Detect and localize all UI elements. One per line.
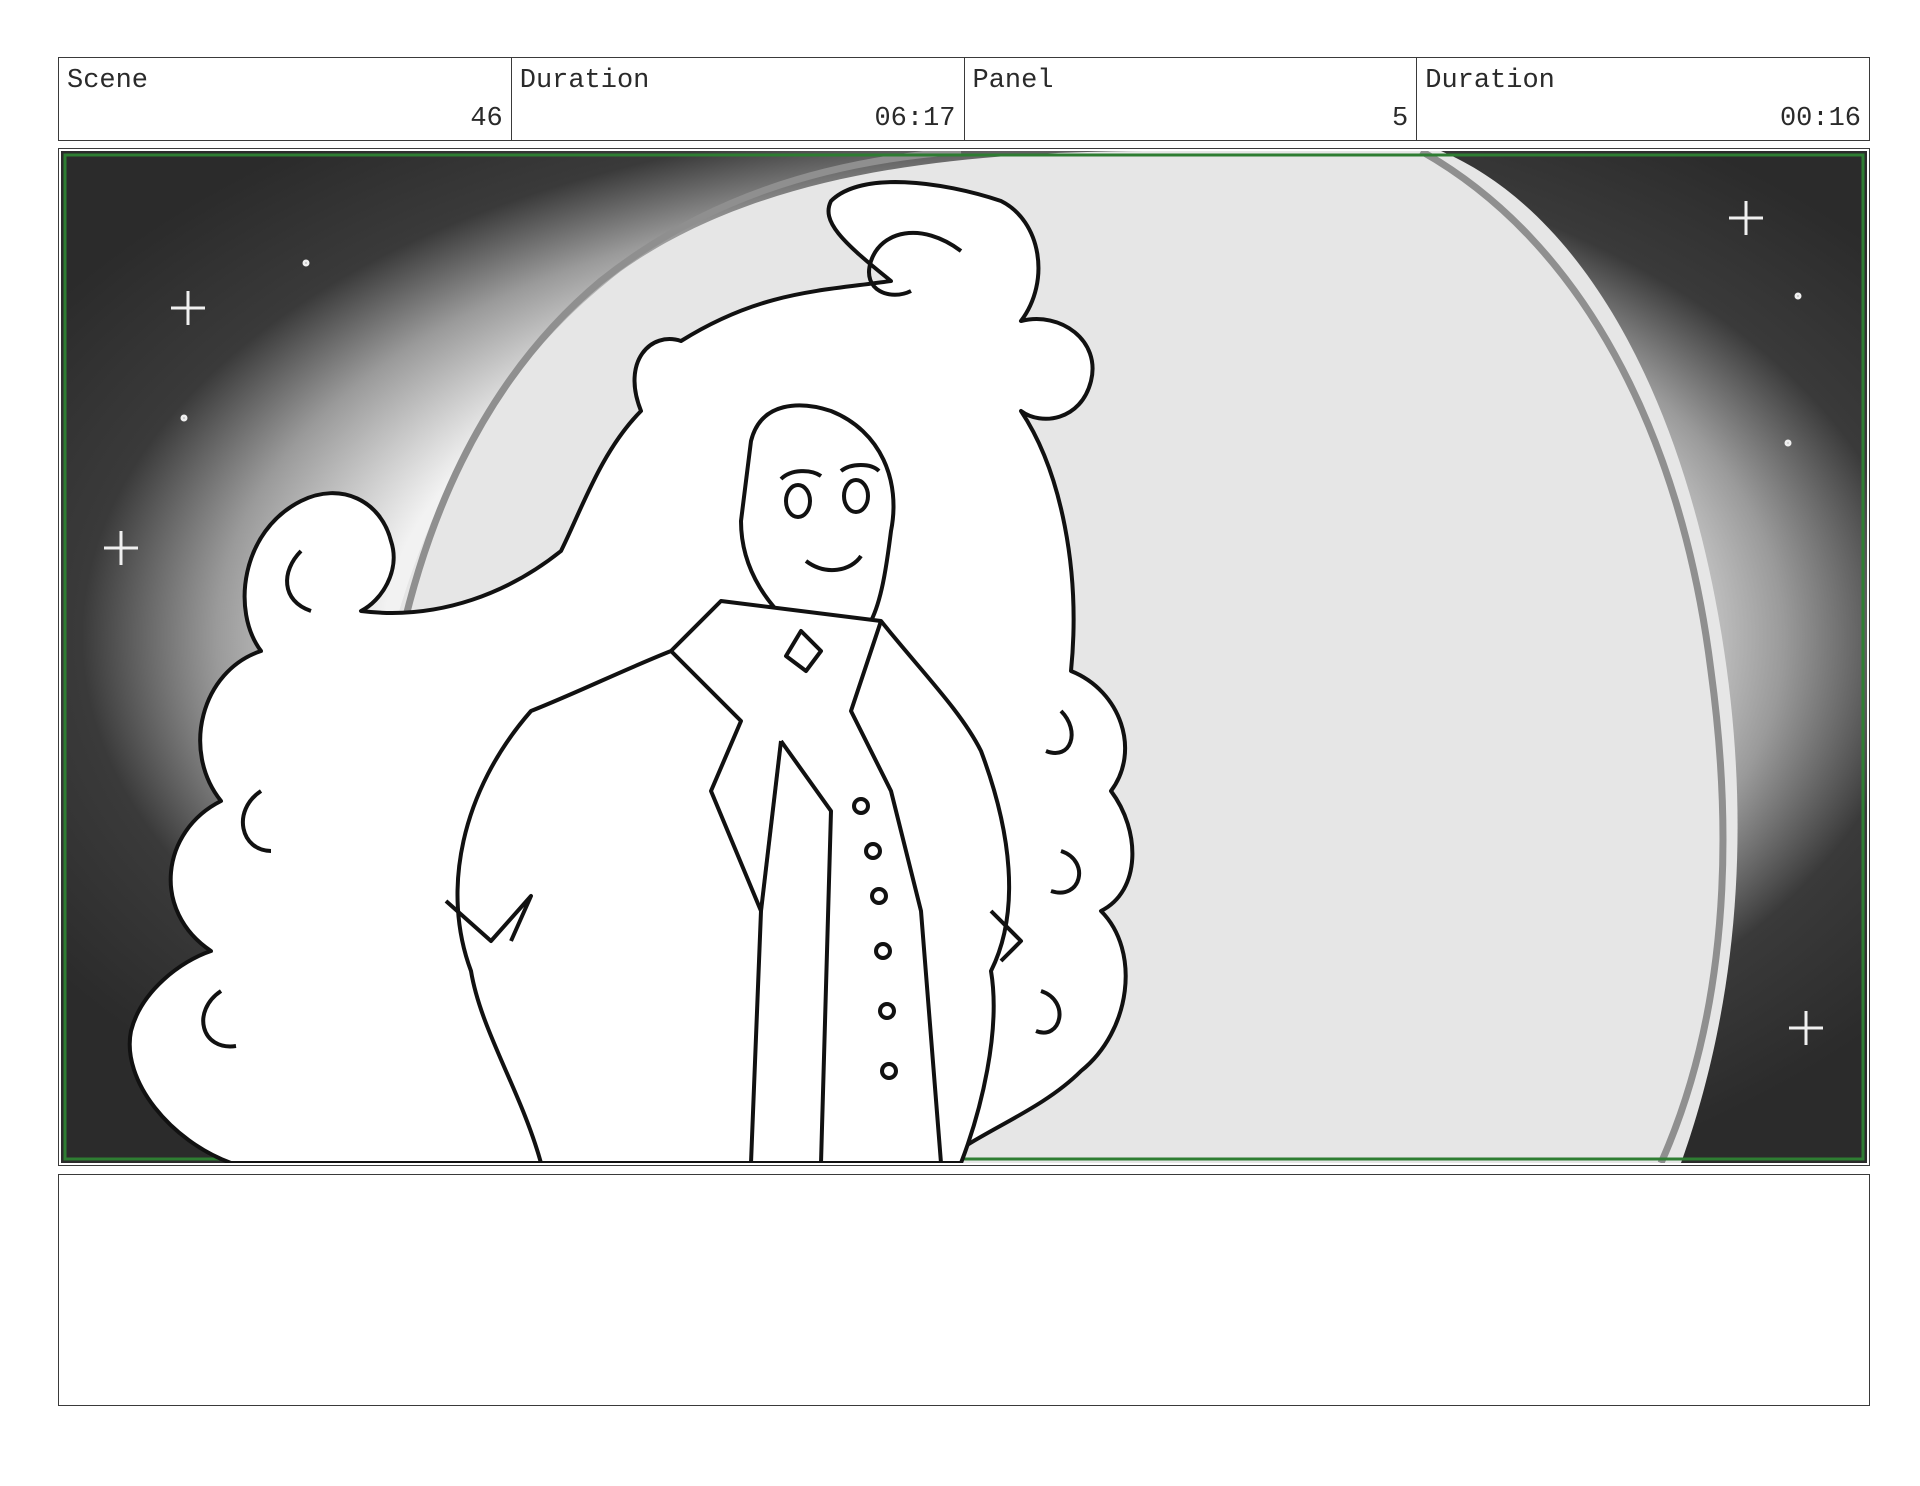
- panel-duration-label: Duration: [1425, 66, 1555, 96]
- panel-info-header: Scene 46 Duration 06:17 Panel 5 Duration…: [58, 57, 1870, 141]
- scene-number[interactable]: 46: [470, 104, 502, 134]
- panel-notes-box[interactable]: [58, 1174, 1870, 1406]
- panel-number[interactable]: 5: [1392, 104, 1408, 134]
- panel-duration-cell: Duration 00:16: [1417, 58, 1869, 140]
- storyboard-panel[interactable]: [58, 148, 1870, 1166]
- scene-duration-label: Duration: [519, 66, 650, 96]
- character-face: [738, 403, 896, 634]
- scene-label: Scene: [67, 66, 149, 96]
- scene-duration-cell: Duration 06:17: [512, 58, 965, 140]
- scene-cell: Scene 46: [59, 58, 512, 140]
- panel-duration-value[interactable]: 00:16: [1780, 104, 1861, 134]
- scene-duration-value[interactable]: 06:17: [874, 104, 955, 134]
- panel-label: Panel: [972, 66, 1054, 96]
- panel-cell: Panel 5: [965, 58, 1418, 140]
- panel-drawing: [61, 151, 1867, 1163]
